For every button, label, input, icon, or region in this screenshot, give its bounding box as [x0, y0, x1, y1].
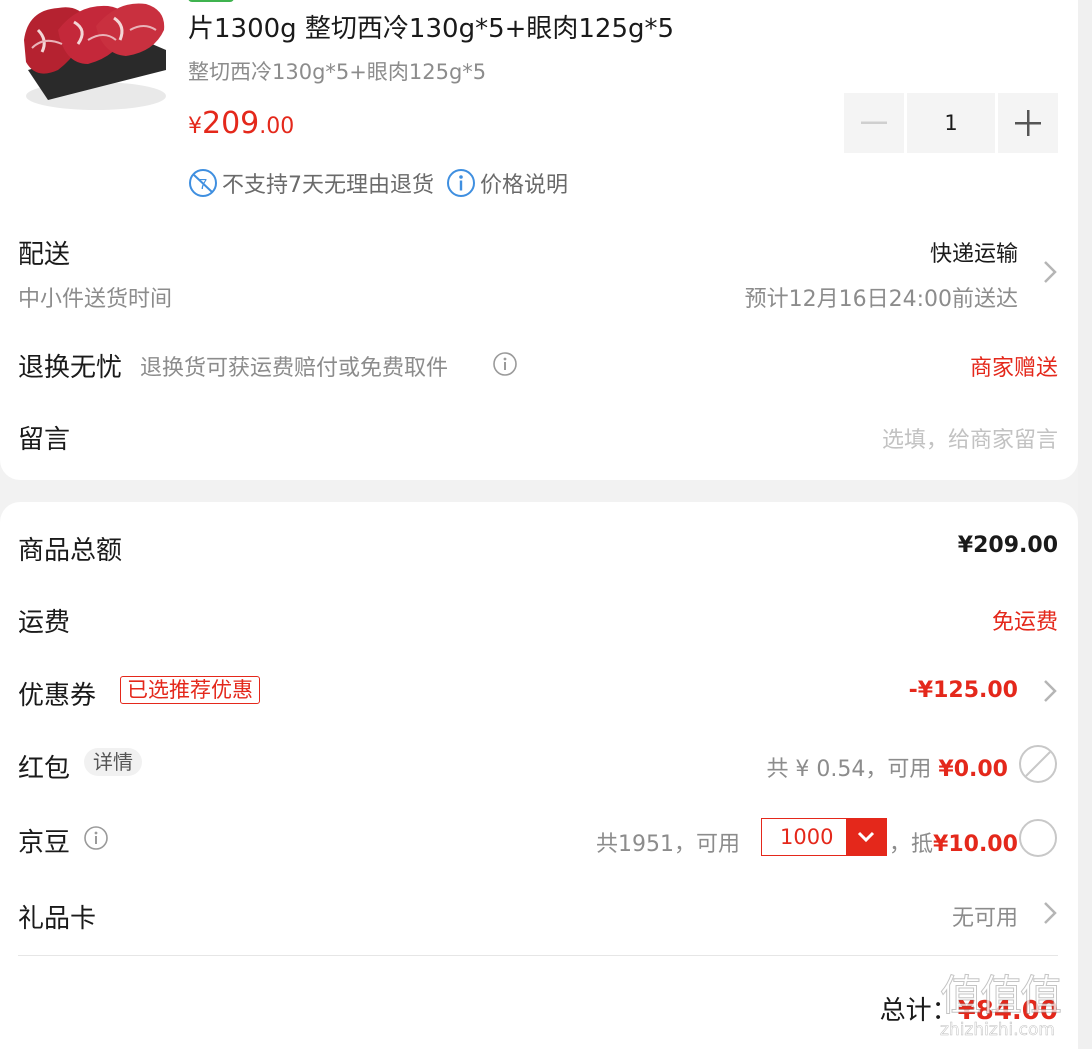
decrease-button[interactable] [844, 93, 904, 153]
info-icon[interactable] [446, 168, 476, 198]
beans-available-text: 共1951，可用 [596, 832, 740, 857]
product-image[interactable] [18, 0, 166, 118]
beans-select-radio[interactable] [1018, 818, 1058, 858]
shipping-value: 免运费 [991, 610, 1058, 635]
delivery-sublabel: 中小件送货时间 [18, 287, 173, 312]
minus-icon [861, 121, 887, 124]
goods-total-value: ¥209.00 [957, 533, 1058, 558]
chevron-down-icon[interactable] [846, 819, 886, 855]
price-summary-card: 商品总额 ¥209.00 运费 免运费 优惠券 已选推荐优惠 -¥125.00 … [0, 502, 1078, 1049]
redpacket-info: 共 ¥ 0.54，可用 ¥0.00 [766, 751, 1008, 783]
redpacket-available-text: 共 ¥ 0.54，可用 [766, 757, 932, 782]
product-policies: 7 不支持7天无理由退货 价格说明 [188, 166, 568, 200]
delivery-label: 配送 [18, 240, 71, 270]
message-label: 留言 [18, 425, 71, 455]
delivery-eta[interactable]: 预计12月16日24:00前送达 [745, 281, 1018, 313]
returns-info-icon[interactable] [492, 351, 518, 377]
quantity-value[interactable]: 1 [907, 93, 995, 153]
giftcard-label: 礼品卡 [18, 904, 97, 934]
delivery-method[interactable]: 快递运输 [930, 236, 1018, 268]
goods-total-label: 商品总额 [18, 536, 123, 566]
beans-deduct-value: ¥10.00 [933, 832, 1018, 857]
beans-deduct-prefix: ，抵 [889, 832, 934, 857]
no-return-icon: 7 [189, 169, 217, 197]
no-return-text: 不支持7天无理由退货 [222, 173, 434, 198]
divider [18, 955, 1058, 956]
watermark-site: zhizhizhi.com [940, 1020, 1055, 1041]
price-symbol: ¥ [188, 114, 202, 139]
giftcard-value[interactable]: 无可用 [952, 900, 1018, 932]
scrollbar[interactable] [1078, 0, 1092, 1049]
increase-button[interactable] [998, 93, 1058, 153]
giftcard-chevron-right-icon[interactable] [1043, 901, 1057, 925]
plus-icon [1015, 110, 1041, 136]
redpacket-value: ¥0.00 [938, 757, 1008, 782]
order-item-card: 片1300g 整切西冷130g*5+眼肉125g*5 整切西冷130g*5+眼肉… [0, 0, 1078, 480]
returns-label: 退换无忧 [18, 353, 123, 383]
beans-amount-select[interactable]: 1000 [761, 818, 887, 856]
product-tag [188, 0, 234, 2]
beans-info-icon[interactable] [83, 825, 109, 851]
product-title[interactable]: 片1300g 整切西冷130g*5+眼肉125g*5 [188, 8, 674, 45]
coupon-label: 优惠券 [18, 681, 97, 711]
delivery-chevron-right-icon[interactable] [1043, 260, 1057, 284]
product-spec: 整切西冷130g*5+眼肉125g*5 [188, 60, 487, 84]
beans-label: 京豆 [18, 828, 71, 858]
coupon-chevron-right-icon[interactable] [1043, 679, 1057, 703]
beans-deduct: ，抵¥10.00 [889, 826, 1018, 858]
shipping-label: 运费 [18, 608, 71, 638]
redpacket-detail-button[interactable]: 详情 [84, 748, 142, 776]
watermark-logo: 值值值 [939, 971, 1062, 1021]
coupon-tag[interactable]: 已选推荐优惠 [120, 676, 260, 704]
redpacket-disabled-icon [1019, 745, 1057, 783]
quantity-stepper: 1 [844, 93, 1058, 153]
returns-value: 商家赠送 [969, 356, 1058, 381]
coupon-tag-wrapper: 已选推荐优惠 [120, 676, 260, 704]
price-decimal: .00 [259, 114, 295, 139]
coupon-value[interactable]: -¥125.00 [909, 678, 1018, 703]
beans-amount-value: 1000 [780, 825, 834, 849]
price-integer: 209 [202, 106, 260, 141]
returns-description: 退换货可获运费赔付或免费取件 [140, 356, 449, 381]
price-note-link[interactable]: 价格说明 [480, 167, 568, 199]
message-input[interactable]: 选填，给商家留言 [882, 422, 1058, 454]
redpacket-label: 红包 [18, 754, 71, 784]
product-price: ¥209.00 [188, 106, 294, 141]
